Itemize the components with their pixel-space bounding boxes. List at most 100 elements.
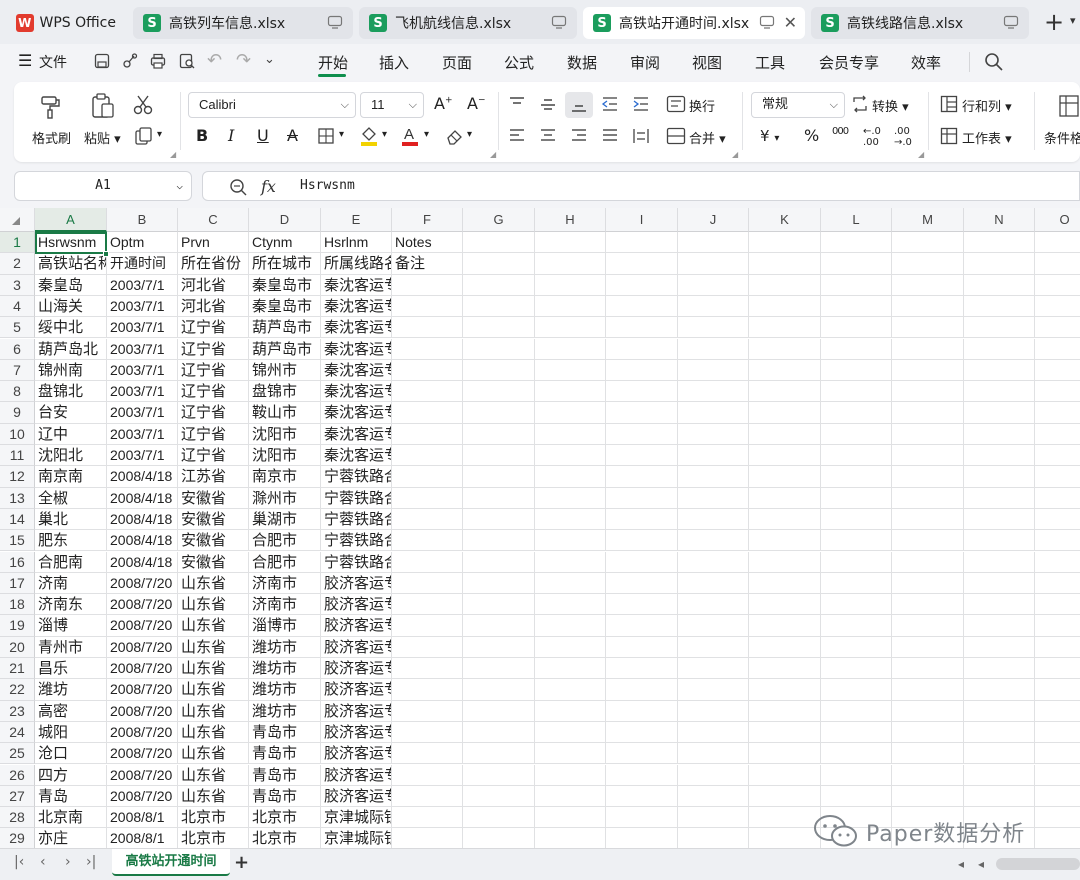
table-cell[interactable]	[535, 764, 606, 786]
table-cell[interactable]	[535, 487, 606, 509]
table-cell[interactable]: Optm	[107, 232, 178, 254]
file-menu[interactable]: 文件	[39, 52, 67, 72]
table-cell[interactable]: 开通时间	[107, 253, 178, 275]
prev-sheet-icon[interactable]: ‹	[40, 854, 46, 870]
table-cell[interactable]	[821, 785, 892, 808]
table-cell[interactable]: 秦沈客运专线	[321, 359, 392, 382]
table-cell[interactable]	[892, 317, 964, 339]
table-cell[interactable]	[678, 508, 749, 531]
select-all-corner[interactable]	[0, 208, 35, 232]
table-cell[interactable]: 北京市	[178, 828, 249, 848]
table-cell[interactable]	[892, 381, 964, 403]
table-cell[interactable]	[892, 615, 964, 637]
chevron-down-icon[interactable]: ▾	[157, 129, 162, 140]
table-cell[interactable]	[1035, 253, 1080, 275]
table-cell[interactable]: 京津城际铁路	[321, 807, 392, 829]
table-cell[interactable]	[678, 700, 749, 722]
table-cell[interactable]: 2003/7/1	[107, 423, 178, 445]
table-cell[interactable]	[821, 232, 892, 254]
column-header[interactable]: C	[178, 208, 249, 232]
merge-cells-icon[interactable]	[666, 127, 686, 145]
table-cell[interactable]	[821, 508, 892, 531]
last-sheet-icon[interactable]: ›|	[86, 854, 96, 870]
table-cell[interactable]	[678, 658, 749, 680]
row-header[interactable]: 6	[0, 338, 35, 360]
table-cell[interactable]: 青岛市	[249, 785, 321, 808]
strikethrough-button[interactable]: A	[287, 126, 298, 145]
table-cell[interactable]	[749, 679, 821, 701]
table-cell[interactable]	[678, 594, 749, 616]
currency-button[interactable]: ¥ ▾	[760, 127, 779, 145]
table-cell[interactable]: 青岛市	[249, 743, 321, 765]
table-cell[interactable]	[892, 700, 964, 722]
table-cell[interactable]	[606, 785, 678, 808]
table-cell[interactable]: 辽宁省	[178, 317, 249, 339]
row-header[interactable]: 13	[0, 487, 35, 509]
table-cell[interactable]	[892, 658, 964, 680]
table-cell[interactable]	[749, 445, 821, 467]
table-cell[interactable]: 合肥市	[249, 530, 321, 552]
print-icon[interactable]	[149, 52, 167, 70]
menu-item-review[interactable]: 审阅	[630, 52, 660, 73]
table-cell[interactable]: 秦沈客运专线	[321, 295, 392, 318]
table-cell[interactable]: 全椒	[35, 487, 107, 509]
spreadsheet-grid[interactable]: ABCDEFGHIJKLMNO 1 Hsrwsnm Optm Prvn Ctynm Hsr…	[0, 208, 1080, 848]
chevron-down-icon[interactable]: ▾	[382, 129, 387, 140]
table-cell[interactable]: 潍坊	[35, 679, 107, 701]
table-cell[interactable]	[535, 530, 606, 552]
table-cell[interactable]: 2008/4/18	[107, 508, 178, 531]
table-cell[interactable]: 2008/4/18	[107, 487, 178, 509]
table-cell[interactable]	[964, 636, 1035, 658]
wrap-text-icon[interactable]	[666, 95, 686, 113]
table-cell[interactable]	[535, 274, 606, 296]
table-cell[interactable]	[535, 615, 606, 637]
table-cell[interactable]: 2008/7/20	[107, 721, 178, 744]
table-cell[interactable]: 高密	[35, 700, 107, 722]
menu-item-data[interactable]: 数据	[567, 52, 597, 73]
table-cell[interactable]: 2003/7/1	[107, 274, 178, 296]
table-cell[interactable]	[749, 615, 821, 637]
table-cell[interactable]	[606, 828, 678, 848]
table-cell[interactable]: 北京市	[249, 807, 321, 829]
table-cell[interactable]	[678, 359, 749, 382]
column-header[interactable]: I	[606, 208, 678, 232]
table-cell[interactable]: 胶济客运专线	[321, 679, 392, 701]
table-cell[interactable]: 北京南	[35, 807, 107, 829]
table-cell[interactable]: 南京市	[249, 466, 321, 488]
table-cell[interactable]	[535, 445, 606, 467]
table-cell[interactable]	[749, 658, 821, 680]
table-cell[interactable]: Hsrwsnm	[35, 232, 107, 254]
table-cell[interactable]	[892, 423, 964, 445]
table-cell[interactable]	[463, 764, 535, 786]
table-cell[interactable]	[606, 551, 678, 573]
table-cell[interactable]	[749, 295, 821, 318]
table-cell[interactable]: 山东省	[178, 658, 249, 680]
table-cell[interactable]	[678, 274, 749, 296]
table-cell[interactable]	[463, 828, 535, 848]
table-cell[interactable]	[821, 572, 892, 595]
table-cell[interactable]	[892, 764, 964, 786]
table-cell[interactable]: 锦州南	[35, 359, 107, 382]
table-cell[interactable]	[892, 232, 964, 254]
table-cell[interactable]	[964, 338, 1035, 360]
table-cell[interactable]: 合肥市	[249, 551, 321, 573]
table-cell[interactable]	[821, 487, 892, 509]
worksheet-icon[interactable]	[940, 127, 958, 145]
column-header[interactable]: O	[1035, 208, 1080, 232]
table-cell[interactable]: 葫芦岛市	[249, 338, 321, 360]
table-cell[interactable]	[392, 615, 463, 637]
percent-button[interactable]: %	[804, 126, 819, 145]
table-cell[interactable]	[535, 381, 606, 403]
table-cell[interactable]: 2003/7/1	[107, 338, 178, 360]
table-cell[interactable]	[606, 743, 678, 765]
table-cell[interactable]	[392, 423, 463, 445]
table-cell[interactable]	[392, 551, 463, 573]
table-cell[interactable]	[606, 764, 678, 786]
table-cell[interactable]	[535, 658, 606, 680]
table-cell[interactable]	[1035, 360, 1080, 382]
table-cell[interactable]	[392, 679, 463, 701]
table-cell[interactable]	[1035, 317, 1080, 339]
row-header[interactable]: 4	[0, 295, 35, 318]
table-cell[interactable]	[1035, 339, 1080, 360]
table-cell[interactable]	[964, 615, 1035, 637]
